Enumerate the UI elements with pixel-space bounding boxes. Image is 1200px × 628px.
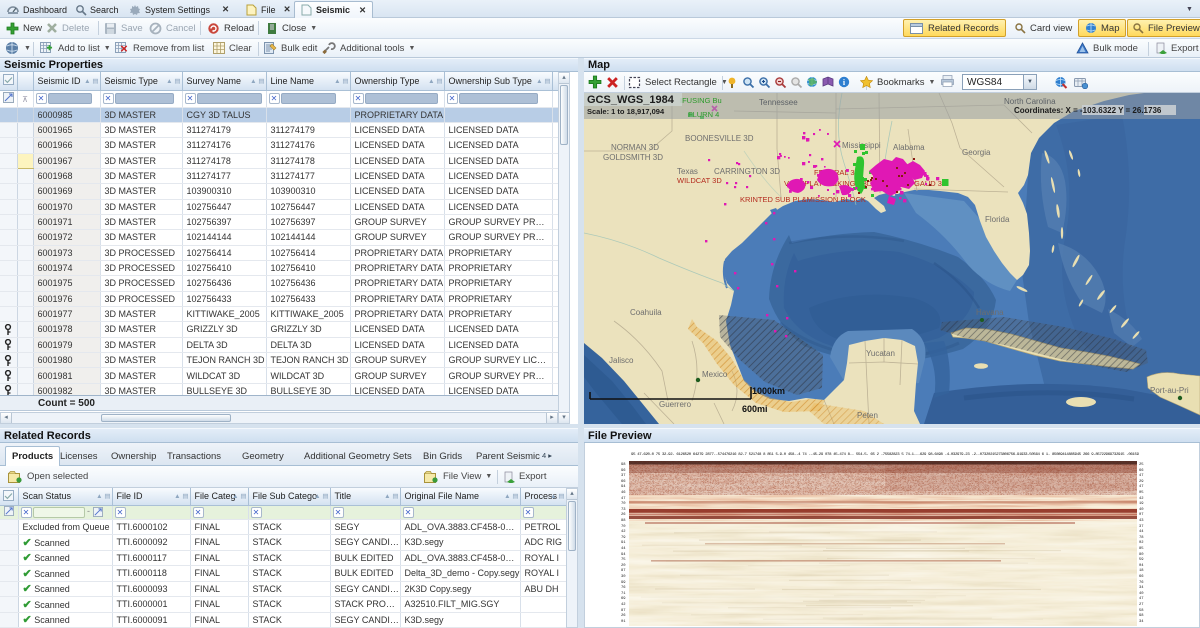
svg-text:Coahuila: Coahuila [630, 308, 662, 317]
svg-text:66: 66 [1139, 575, 1144, 579]
svg-text:88: 88 [621, 519, 626, 523]
svg-text:IFUSING Bu: IFUSING Bu [680, 96, 722, 105]
svg-text:30: 30 [621, 575, 626, 579]
svg-text:71: 71 [621, 592, 626, 596]
svg-text:76: 76 [1139, 581, 1144, 585]
svg-text:North Carolina: North Carolina [1004, 97, 1056, 106]
svg-text:18: 18 [1139, 569, 1144, 573]
svg-text:85: 85 [1139, 547, 1144, 551]
svg-text:34: 34 [1139, 586, 1144, 590]
svg-text:BOONESVILLE 3D: BOONESVILLE 3D [685, 134, 754, 143]
svg-text:01: 01 [621, 620, 626, 624]
svg-text:47: 47 [1139, 597, 1144, 601]
svg-text:94: 94 [621, 553, 626, 557]
svg-text:42: 42 [621, 530, 626, 534]
svg-text:Mexico: Mexico [702, 370, 728, 379]
svg-text:Guerrero: Guerrero [659, 400, 692, 409]
svg-text:69: 69 [621, 597, 626, 601]
svg-text:73: 73 [621, 508, 626, 512]
svg-text:66: 66 [1139, 469, 1144, 473]
svg-text:42: 42 [621, 603, 626, 607]
svg-text:98: 98 [621, 463, 626, 467]
svg-text:Havana: Havana [976, 308, 1004, 317]
svg-text:94: 94 [621, 485, 626, 489]
svg-text:46: 46 [621, 491, 626, 495]
svg-text:37: 37 [621, 474, 626, 478]
svg-text:Port-au-Pri: Port-au-Pri [1150, 386, 1189, 395]
svg-text:FLURN 4: FLURN 4 [688, 110, 719, 119]
svg-text:Jalisco: Jalisco [609, 356, 634, 365]
svg-text:Florida: Florida [985, 215, 1010, 224]
svg-text:WILDCAT 3D: WILDCAT 3D [677, 176, 722, 185]
svg-text:98: 98 [1139, 614, 1144, 618]
svg-text:78: 78 [1139, 536, 1144, 540]
svg-text:87: 87 [621, 569, 626, 573]
svg-text:19: 19 [1139, 502, 1144, 506]
svg-text:Scale: 1 to 18,917,094: Scale: 1 to 18,917,094 [587, 107, 665, 116]
svg-text:Tennessee: Tennessee [759, 98, 798, 107]
svg-text:47: 47 [1139, 485, 1144, 489]
svg-text:Georgia: Georgia [962, 148, 991, 157]
svg-text:20: 20 [621, 564, 626, 568]
svg-text:GOLDSMITH 3D: GOLDSMITH 3D [603, 153, 663, 162]
svg-text:25: 25 [1139, 463, 1144, 467]
svg-text:47: 47 [1139, 474, 1144, 478]
svg-text:05: 05 [1139, 491, 1144, 495]
svg-text:96: 96 [621, 469, 626, 473]
svg-text:42: 42 [1139, 497, 1144, 501]
svg-text:70: 70 [621, 502, 626, 506]
svg-text:600mi: 600mi [742, 404, 768, 414]
svg-text:29: 29 [1139, 480, 1144, 484]
svg-text:Alabama: Alabama [893, 143, 925, 152]
svg-text:47: 47 [621, 497, 626, 501]
svg-text:KRINTED SUB PL&MISSION BLOCK: KRINTED SUB PL&MISSION BLOCK [740, 195, 866, 204]
svg-text:CARRINGTON 3D: CARRINGTON 3D [714, 167, 780, 176]
svg-text:80: 80 [1139, 553, 1144, 557]
svg-text:Yucatan: Yucatan [866, 349, 895, 358]
svg-text:GCS_WGS_1984: GCS_WGS_1984 [587, 94, 675, 106]
svg-text:1000km: 1000km [752, 386, 785, 396]
svg-text:37: 37 [1139, 525, 1144, 529]
svg-text:Texas: Texas [677, 167, 698, 176]
svg-text:02: 02 [1139, 541, 1144, 545]
svg-text:Coordinates: X = -103.6322: Coordinates: X = -103.6322 Y = 26.1736 [1014, 106, 1162, 115]
svg-text:07: 07 [1139, 513, 1144, 517]
svg-text:44: 44 [1139, 530, 1144, 534]
svg-text:66: 66 [621, 480, 626, 484]
svg-text:Peten: Peten [857, 411, 878, 420]
svg-text:04: 04 [1139, 564, 1144, 568]
svg-text:99: 99 [621, 581, 626, 585]
svg-text:NORMAN 3D: NORMAN 3D [611, 143, 659, 152]
svg-text:44: 44 [621, 547, 626, 551]
svg-text:75: 75 [621, 558, 626, 562]
svg-text:34: 34 [1139, 620, 1144, 624]
svg-text:76: 76 [621, 586, 626, 590]
svg-text:91: 91 [621, 541, 626, 545]
svg-text:59: 59 [1139, 558, 1144, 562]
svg-text:40: 40 [1139, 592, 1144, 596]
svg-text:87: 87 [621, 609, 626, 613]
svg-text:79: 79 [621, 536, 626, 540]
svg-text:70: 70 [621, 525, 626, 529]
svg-text:27: 27 [1139, 603, 1144, 607]
svg-text:58: 58 [1139, 609, 1144, 613]
svg-text:95 47-620-0 75 32-92- 6126520: 95 47-620-0 75 32-92- 6126520 64279 2877… [631, 453, 1140, 457]
svg-text:26: 26 [621, 513, 626, 517]
svg-text:40: 40 [1139, 508, 1144, 512]
svg-text:43: 43 [1139, 519, 1144, 523]
svg-text:26: 26 [621, 614, 626, 618]
